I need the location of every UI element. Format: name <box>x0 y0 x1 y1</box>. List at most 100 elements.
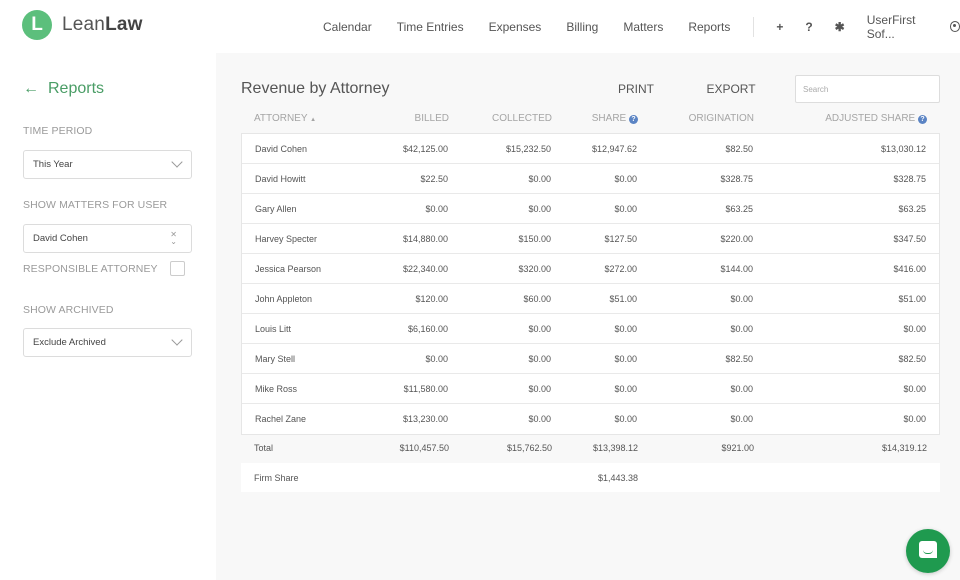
cell-billed: $13,230.00 <box>402 414 448 424</box>
main-nav: Calendar Time Entries Expenses Billing M… <box>323 0 960 53</box>
column-header-attorney[interactable]: ATTORNEY ▲ <box>254 113 316 124</box>
cell-share: $0.00 <box>614 414 637 424</box>
show-matters-label: SHOW MATTERS FOR USER <box>23 199 168 211</box>
nav-calendar[interactable]: Calendar <box>323 20 372 34</box>
user-select-value: David Cohen <box>33 233 88 244</box>
table-row[interactable]: Jessica Pearson $22,340.00 $320.00 $272.00 $… <box>242 254 939 284</box>
nav-divider <box>753 16 755 37</box>
nav-reports[interactable]: Reports <box>688 20 730 34</box>
total-label: Total <box>254 443 274 453</box>
table-row[interactable]: Gary Allen $0.00 $0.00 $0.00 $63.25 $63.25 <box>242 194 939 224</box>
table-row[interactable]: John Appleton $120.00 $60.00 $51.00 $0.00 $51… <box>242 284 939 314</box>
help-circle-icon[interactable]: ? <box>629 115 638 124</box>
leanlaw-logo[interactable]: L LeanLaw <box>22 10 143 40</box>
back-to-reports-link[interactable]: ← Reports <box>23 80 104 98</box>
table-row[interactable]: Mary Stell $0.00 $0.00 $0.00 $82.50 $82.50 <box>242 344 939 374</box>
cell-billed: $42,125.00 <box>402 144 448 154</box>
cell-origination: $0.00 <box>730 414 753 424</box>
responsible-attorney-checkbox[interactable] <box>170 261 185 276</box>
sort-ascending-icon: ▲ <box>310 117 317 123</box>
column-header-origination[interactable]: ORIGINATION <box>689 113 754 124</box>
logo-text-light: Lean <box>62 14 106 35</box>
time-period-select[interactable]: This Year <box>23 150 192 179</box>
cell-name: Rachel Zane <box>255 414 307 424</box>
column-label: ATTORNEY <box>254 113 308 124</box>
user-select[interactable]: David Cohen ✕ ⌄ <box>23 224 192 253</box>
user-menu[interactable]: UserFirst Sof... <box>867 13 942 41</box>
table-row[interactable]: Harvey Specter $14,880.00 $150.00 $127.50 $2… <box>242 224 939 254</box>
table-row[interactable]: David Cohen $42,125.00 $15,232.50 $12,947.6… <box>242 134 939 164</box>
total-share: $13,398.12 <box>592 443 638 453</box>
column-header-billed[interactable]: BILLED <box>415 113 449 124</box>
cell-collected: $0.00 <box>528 414 551 424</box>
cell-adjusted: $51.00 <box>898 294 926 304</box>
cell-share: $127.50 <box>604 234 637 244</box>
revenue-table: David Cohen $42,125.00 $15,232.50 $12,947.6… <box>241 133 940 435</box>
cell-name: Jessica Pearson <box>255 264 322 274</box>
cell-origination: $0.00 <box>730 384 753 394</box>
firm-share-value: $1,443.38 <box>597 473 638 483</box>
cell-share: $0.00 <box>614 354 637 364</box>
cell-billed: $11,580.00 <box>403 384 448 394</box>
back-label: Reports <box>48 80 105 97</box>
column-header-share[interactable]: SHARE ? <box>592 113 638 124</box>
chat-launcher-button[interactable] <box>906 529 950 573</box>
cell-name: David Howitt <box>255 174 306 184</box>
nav-expenses[interactable]: Expenses <box>489 20 542 34</box>
clear-and-chevron-icon[interactable]: ✕ ⌄ <box>170 231 177 246</box>
cell-collected: $0.00 <box>528 324 551 334</box>
cell-name: Louis Litt <box>255 324 292 334</box>
firm-share-row: Firm Share $1,443.38 <box>241 463 940 492</box>
cell-share: $0.00 <box>614 324 637 334</box>
cell-collected: $0.00 <box>528 384 551 394</box>
cell-billed: $22.50 <box>420 174 448 184</box>
cell-share: $0.00 <box>614 174 637 184</box>
cell-billed: $120.00 <box>415 294 448 304</box>
cell-billed: $14,880.00 <box>402 234 448 244</box>
cell-adjusted: $328.75 <box>893 174 926 184</box>
cell-name: Mike Ross <box>255 384 298 394</box>
cell-collected: $0.00 <box>528 174 551 184</box>
cell-origination: $328.75 <box>720 174 753 184</box>
cell-billed: $0.00 <box>425 354 448 364</box>
time-period-value: This Year <box>33 159 73 170</box>
nav-matters[interactable]: Matters <box>623 20 663 34</box>
table-row[interactable]: Louis Litt $6,160.00 $0.00 $0.00 $0.00 $0.00 <box>242 314 939 344</box>
show-archived-label: SHOW ARCHIVED <box>23 304 114 316</box>
cell-share: $51.00 <box>609 294 637 304</box>
cell-billed: $0.00 <box>425 204 448 214</box>
time-period-label: TIME PERIOD <box>23 125 93 137</box>
cell-billed: $6,160.00 <box>407 324 448 334</box>
cell-billed: $22,340.00 <box>402 264 448 274</box>
cell-adjusted: $416.00 <box>893 264 926 274</box>
logo-text: LeanLaw <box>62 14 143 36</box>
nav-billing[interactable]: Billing <box>566 20 598 34</box>
print-button[interactable]: PRINT <box>606 75 666 102</box>
cell-origination: $82.50 <box>725 354 753 364</box>
user-icon[interactable] <box>949 21 960 32</box>
search-input[interactable] <box>795 75 940 103</box>
gear-icon[interactable]: ✱ <box>835 20 845 34</box>
cell-share: $12,947.62 <box>591 144 637 154</box>
export-button[interactable]: EXPORT <box>696 75 766 102</box>
cell-share: $0.00 <box>614 204 637 214</box>
cell-collected: $60.00 <box>523 294 551 304</box>
cell-collected: $15,232.50 <box>505 144 551 154</box>
cell-adjusted: $0.00 <box>903 324 926 334</box>
plus-icon[interactable]: + <box>776 20 783 34</box>
cell-name: Mary Stell <box>255 354 296 364</box>
chevron-down-icon <box>171 334 183 346</box>
logo-text-bold: Law <box>105 14 143 35</box>
help-circle-icon[interactable]: ? <box>918 115 927 124</box>
help-icon[interactable]: ? <box>805 20 812 34</box>
column-header-collected[interactable]: COLLECTED <box>492 113 552 124</box>
nav-time-entries[interactable]: Time Entries <box>397 20 464 34</box>
archived-value: Exclude Archived <box>33 337 106 348</box>
filter-sidebar: ← Reports TIME PERIOD This Year SHOW MAT… <box>0 53 216 580</box>
table-row[interactable]: Rachel Zane $13,230.00 $0.00 $0.00 $0.00 $0.0… <box>242 404 939 434</box>
column-header-adjusted-share[interactable]: ADJUSTED SHARE ? <box>825 113 927 124</box>
archived-select[interactable]: Exclude Archived <box>23 328 192 357</box>
cell-collected: $0.00 <box>528 204 551 214</box>
table-row[interactable]: Mike Ross $11,580.00 $0.00 $0.00 $0.00 $0.00 <box>242 374 939 404</box>
table-row[interactable]: David Howitt $22.50 $0.00 $0.00 $328.75 $328.… <box>242 164 939 194</box>
